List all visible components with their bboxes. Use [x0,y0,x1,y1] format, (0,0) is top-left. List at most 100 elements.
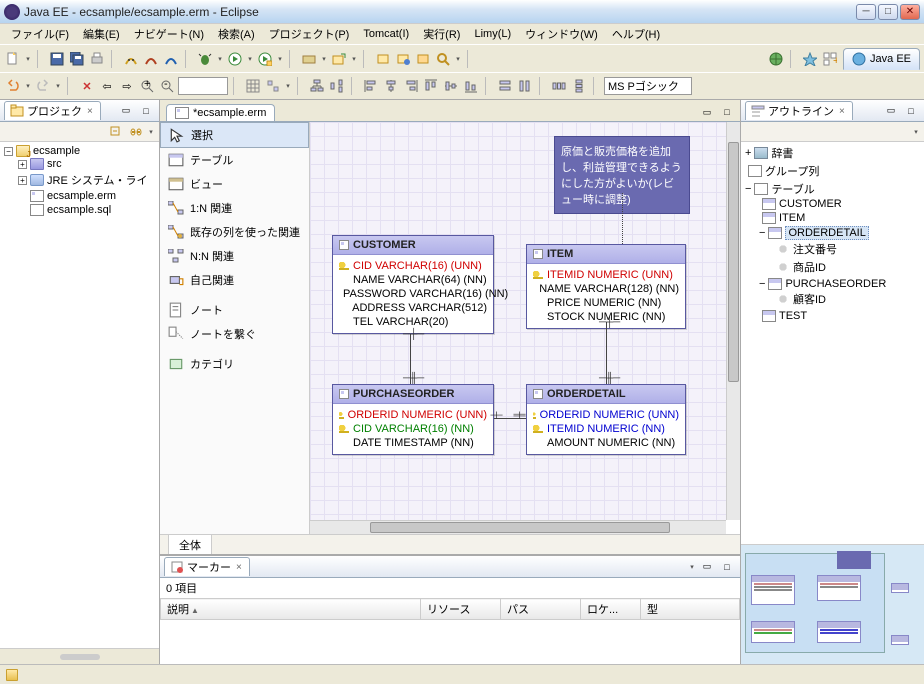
debug-button[interactable] [196,50,214,68]
outline-tables[interactable]: −テーブル [745,181,922,197]
outline-po-col1[interactable]: 顧客ID [773,291,922,307]
entity-orderdetail[interactable]: ORDERDETAIL ORDERID NUMERIC (UNN) ITEMID… [526,384,686,455]
editor-max[interactable]: □ [718,103,736,121]
align-center-v-icon[interactable] [442,77,460,95]
outline-view-tab[interactable]: アウトライン × [745,101,853,120]
zoom-in-icon[interactable]: + [138,77,156,95]
markers-menu[interactable]: ▾ [688,558,696,576]
open-task-button[interactable] [394,50,412,68]
dist-h-icon[interactable] [550,77,568,95]
new-button[interactable] [4,50,22,68]
delete-button[interactable]: ✕ [78,77,96,95]
align-right-icon[interactable] [402,77,420,95]
outline-tree[interactable]: +辞書 グループ列 −テーブル CUSTOMER ITEM −ORDERDETA… [741,142,924,544]
left-sash[interactable] [0,648,159,664]
markers-col-loc[interactable]: ロケ... [581,599,641,620]
limy-icon[interactable] [801,50,819,68]
new-project-button[interactable] [330,50,348,68]
web-browser-icon[interactable] [767,50,785,68]
outline-menu[interactable]: ▾ [912,123,920,141]
forward-button[interactable]: ⇨ [118,77,136,95]
markers-col-path[interactable]: パス [501,599,581,620]
new-project-dropdown[interactable]: ▾ [350,50,358,68]
palette-1n[interactable]: 1:N 関連 [160,196,309,220]
run-last-dropdown[interactable]: ▾ [276,50,284,68]
project-view-menu[interactable]: ▾ [147,123,155,141]
outline-dict[interactable]: +辞書 [745,145,922,161]
menu-search[interactable]: 検索(A) [211,24,262,44]
project-tree[interactable]: −ecsample +src +JRE システム・ライ ecsample.erm… [0,142,159,648]
tool-button-a[interactable] [414,50,432,68]
palette-category[interactable]: カテゴリ [160,352,309,376]
layout-button-1[interactable] [308,77,326,95]
run-dropdown[interactable]: ▾ [246,50,254,68]
menu-project[interactable]: プロジェクト(P) [262,24,357,44]
font-selector[interactable]: MS Pゴシック [604,77,692,95]
palette-view[interactable]: ビュー [160,172,309,196]
palette-note-link[interactable]: ノートを繋ぐ [160,322,309,346]
canvas-hscroll[interactable] [310,520,726,534]
zoom-combo[interactable] [178,77,228,95]
project-view-min[interactable]: ▭ [117,102,135,120]
link-editor-icon[interactable] [127,123,145,141]
menu-navigate[interactable]: ナビゲート(N) [127,24,211,44]
layout-button-2[interactable] [328,77,346,95]
align-bottom-icon[interactable] [462,77,480,95]
project-view-tab[interactable]: プロジェク × [4,101,101,120]
outline-close[interactable]: × [837,106,847,117]
collapse-all-icon[interactable] [107,123,125,141]
menu-file[interactable]: ファイル(F) [4,24,76,44]
tomcat-start-icon[interactable] [122,50,140,68]
tree-src[interactable]: +src [18,158,157,170]
outline-customer[interactable]: CUSTOMER [759,198,922,210]
tree-ecsample[interactable]: −ecsample [4,145,157,157]
palette-note[interactable]: ノート [160,298,309,322]
menu-window[interactable]: ウィンドウ(W) [518,24,605,44]
markers-col-res[interactable]: リソース [421,599,501,620]
project-view-max[interactable]: □ [137,102,155,120]
markers-col-type[interactable]: 型 [641,599,740,620]
open-type-button[interactable] [374,50,392,68]
snap-button[interactable] [264,77,282,95]
outline-od-col2[interactable]: 商品ID [773,259,922,275]
outline-orderdetail[interactable]: −ORDERDETAIL [759,226,922,240]
markers-view-tab[interactable]: マーカー × [164,557,250,576]
save-all-button[interactable] [68,50,86,68]
markers-table[interactable]: 説明▲ リソース パス ロケ... 型 [160,598,740,664]
align-top-icon[interactable] [422,77,440,95]
snap-dropdown[interactable]: ▾ [284,77,292,95]
match-width-icon[interactable] [496,77,514,95]
outline-minimap[interactable] [741,544,924,664]
outline-test[interactable]: TEST [759,310,922,322]
undo-button[interactable] [4,77,22,95]
new-server-button[interactable] [300,50,318,68]
align-center-h-icon[interactable] [382,77,400,95]
outline-purchaseorder[interactable]: −PURCHASEORDER [759,278,922,290]
debug-dropdown[interactable]: ▾ [216,50,224,68]
markers-close[interactable]: × [234,562,244,573]
canvas-vscroll[interactable] [726,122,740,520]
align-left-icon[interactable] [362,77,380,95]
editor-min[interactable]: ▭ [698,103,716,121]
menu-help[interactable]: ヘルプ(H) [605,24,667,44]
tomcat-restart-icon[interactable] [162,50,180,68]
markers-min[interactable]: ▭ [698,558,716,576]
editor-footer-tab[interactable]: 全体 [168,534,212,555]
outline-min[interactable]: ▭ [882,102,900,120]
tree-sql[interactable]: ecsample.sql [18,204,157,216]
tree-erm[interactable]: ecsample.erm [18,190,157,202]
search-button[interactable] [434,50,452,68]
match-height-icon[interactable] [516,77,534,95]
save-button[interactable] [48,50,66,68]
print-button[interactable] [88,50,106,68]
perspective-javaee[interactable]: Java EE [843,48,920,70]
entity-purchaseorder[interactable]: PURCHASEORDER ORDERID NUMERIC (UNN) CID … [332,384,494,455]
menu-edit[interactable]: 編集(E) [76,24,127,44]
run-button[interactable] [226,50,244,68]
outline-od-col1[interactable]: 注文番号 [773,241,922,257]
minimize-button[interactable]: ─ [856,4,876,20]
redo-dropdown[interactable]: ▾ [54,77,62,95]
editor-tab-ecsample[interactable]: *ecsample.erm [166,104,275,121]
redo-button[interactable] [34,77,52,95]
run-last-button[interactable] [256,50,274,68]
